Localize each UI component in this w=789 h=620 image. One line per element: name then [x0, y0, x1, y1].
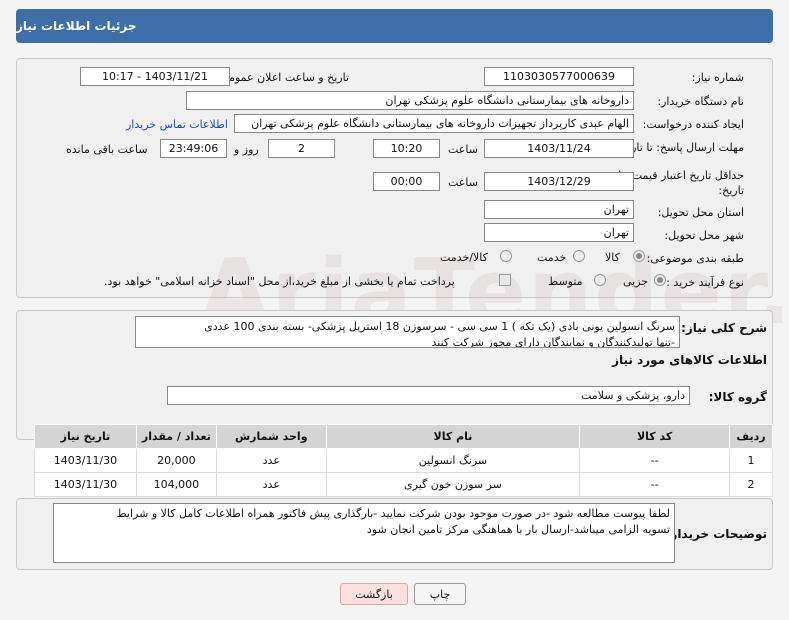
- remaining-time-label: ساعت باقی مانده: [66, 143, 148, 156]
- requester-field[interactable]: الهام عبدی کارپرداز تجهیزات داروخانه های…: [234, 114, 634, 133]
- cell-name: سر سوزن خون گیری: [325, 472, 581, 497]
- buyer-org-field[interactable]: داروخانه های بیمارستانی دانشگاه علوم پزش…: [186, 91, 634, 110]
- deadline-time-label: ساعت: [448, 143, 478, 156]
- treasury-payment-note: پرداخت تمام یا بخشی از مبلغ خرید،از محل …: [104, 275, 455, 288]
- table-row[interactable]: 1403/11/30 104,000 عدد سر سوزن خون گیری …: [34, 472, 774, 497]
- cell-unit: عدد: [215, 472, 327, 497]
- province-field[interactable]: تهران: [484, 200, 634, 219]
- back-button[interactable]: بازگشت: [340, 583, 408, 605]
- province-label: استان محل تحویل:: [657, 206, 744, 219]
- goods-group-label: گروه کالا:: [708, 390, 767, 404]
- cell-date: 1403/11/30: [34, 472, 137, 497]
- category-option-goods: کالا: [605, 251, 620, 264]
- cell-row: 2: [728, 472, 774, 497]
- buyer-org-label: نام دستگاه خریدار:: [657, 95, 744, 108]
- need-number-field[interactable]: 1103030577000639: [484, 67, 634, 86]
- col-date: تاریخ نیاز: [34, 424, 137, 449]
- city-field[interactable]: تهران: [484, 223, 634, 242]
- page-title: جزئیات اطلاعات نیاز: [16, 19, 137, 33]
- purchase-type-label: نوع فرآیند خرید :: [666, 276, 744, 289]
- col-name: نام کالا: [325, 424, 581, 449]
- col-qty: تعداد / مقدار: [135, 424, 217, 449]
- cell-date: 1403/11/30: [34, 448, 137, 473]
- purchase-type-option-medium: متوسط: [548, 275, 583, 288]
- summary-textarea[interactable]: سرنگ انسولین یونی بادی (یک تکه ) 1 سی سی…: [135, 316, 680, 348]
- cell-qty: 20,000: [135, 448, 217, 473]
- table-row[interactable]: 1403/11/30 20,000 عدد سرنگ انسولین -- 1: [34, 448, 774, 473]
- announce-datetime-field[interactable]: 1403/11/21 - 10:17: [80, 67, 230, 86]
- col-code: کد کالا: [579, 424, 730, 449]
- remaining-time-field[interactable]: 23:49:06: [160, 139, 227, 158]
- category-option-both: کالا/خدمت: [440, 251, 488, 264]
- summary-label: شرح کلی نیاز:: [681, 321, 767, 335]
- cell-code: --: [579, 448, 730, 473]
- city-label: شهر محل تحویل:: [664, 229, 744, 242]
- goods-group-field[interactable]: دارو، پزشکی و سلامت: [167, 386, 690, 405]
- deadline-date-field[interactable]: 1403/11/24: [484, 139, 634, 158]
- category-radio-goods[interactable]: [633, 250, 645, 262]
- col-row: ردیف: [728, 424, 774, 449]
- purchase-type-radio-minor[interactable]: [654, 274, 666, 286]
- items-table-header: تاریخ نیاز تعداد / مقدار واحد شمارش نام …: [34, 424, 774, 449]
- cell-row: 1: [728, 448, 774, 473]
- min-validity-date-field[interactable]: 1403/12/29: [484, 172, 634, 191]
- purchase-type-radio-medium[interactable]: [594, 274, 606, 286]
- cell-code: --: [579, 472, 730, 497]
- col-unit: واحد شمارش: [215, 424, 327, 449]
- purchase-type-option-minor: جزیی: [623, 275, 649, 288]
- goods-section-title: اطلاعات کالاهای مورد نیاز: [612, 353, 767, 367]
- cell-unit: عدد: [215, 448, 327, 473]
- deadline-days-field[interactable]: 2: [268, 139, 335, 158]
- announce-datetime-label: تاریخ و ساعت اعلان عمومی:: [216, 71, 349, 84]
- category-radio-service[interactable]: [573, 250, 585, 262]
- deadline-days-label: روز و: [234, 143, 259, 156]
- cell-name: سرنگ انسولین: [325, 448, 581, 473]
- buyer-notes-textarea[interactable]: لطفا پیوست مطالعه شود -در صورت موجود بود…: [53, 503, 675, 563]
- need-number-label: شماره نیاز:: [691, 71, 744, 84]
- category-option-service: خدمت: [537, 251, 567, 264]
- deadline-time-field[interactable]: 10:20: [373, 139, 440, 158]
- buyer-notes-label: توضیحات خریدار:: [665, 527, 767, 541]
- category-radio-both[interactable]: [500, 250, 512, 262]
- buyer-contact-link[interactable]: اطلاعات تماس خریدار: [126, 118, 228, 131]
- print-button[interactable]: چاپ: [414, 583, 466, 605]
- treasury-payment-checkbox[interactable]: [499, 274, 511, 286]
- category-label: طبقه بندی موضوعی:: [646, 252, 744, 265]
- min-validity-time-field[interactable]: 00:00: [373, 172, 440, 191]
- requester-label: ایجاد کننده درخواست:: [642, 118, 744, 131]
- min-validity-time-label: ساعت: [448, 176, 478, 189]
- cell-qty: 104,000: [135, 472, 217, 497]
- page-title-bar: جزئیات اطلاعات نیاز: [16, 9, 773, 43]
- items-table: تاریخ نیاز تعداد / مقدار واحد شمارش نام …: [34, 424, 774, 497]
